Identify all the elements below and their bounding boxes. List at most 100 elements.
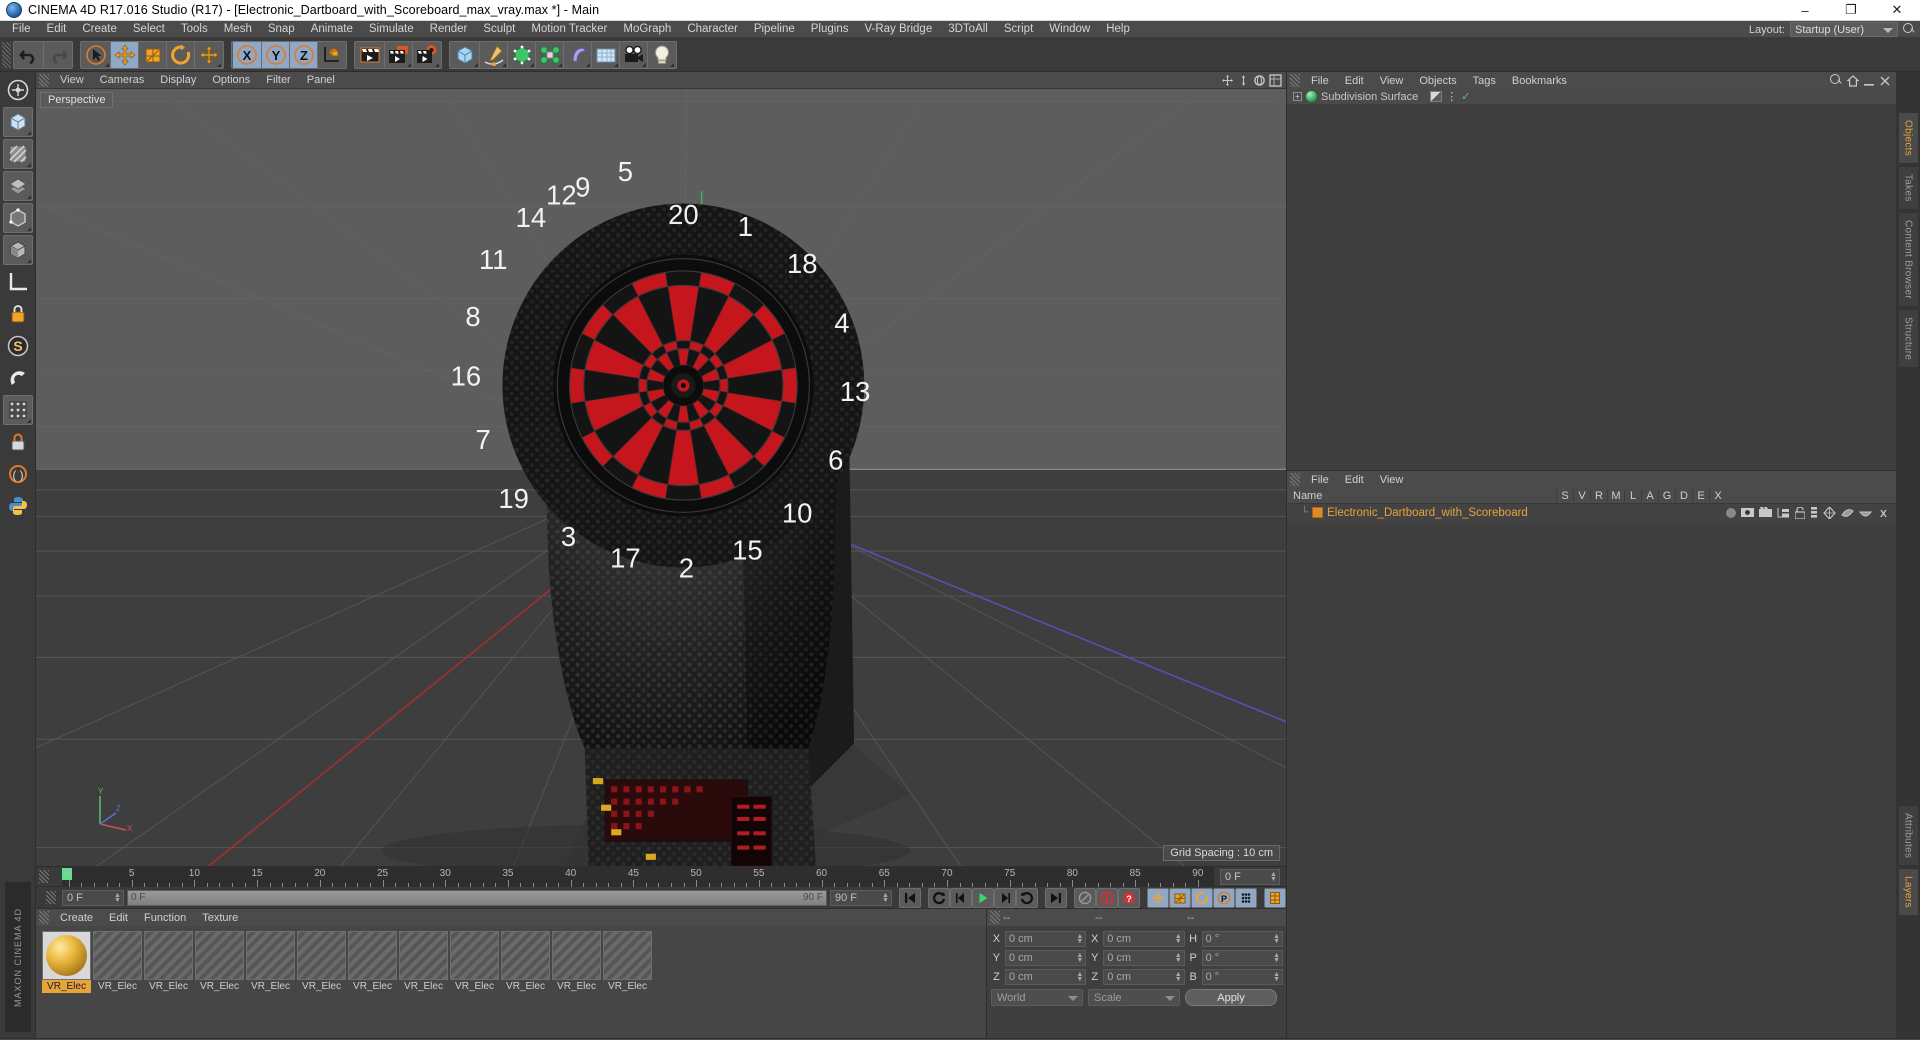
- timeline-grip[interactable]: [39, 870, 49, 883]
- go-to-end-icon[interactable]: [1045, 887, 1067, 908]
- coord-size-field[interactable]: 0 cm ▲ ▼: [1103, 930, 1185, 947]
- coord-size-field[interactable]: 0 cm ▲ ▼: [1103, 949, 1185, 966]
- maximize-button[interactable]: ❐: [1828, 0, 1874, 21]
- layers-menu-view[interactable]: View: [1372, 474, 1412, 486]
- coord-system-select[interactable]: World: [991, 989, 1083, 1006]
- lock-axis-icon[interactable]: [3, 427, 33, 457]
- menu-vray-bridge[interactable]: V-Ray Bridge: [856, 21, 940, 38]
- layer-col-l[interactable]: L: [1624, 489, 1641, 502]
- layer-animation-icon[interactable]: [1810, 506, 1818, 519]
- tag-dots-icon[interactable]: ⋮: [1446, 90, 1457, 103]
- viewport-menu-cameras[interactable]: Cameras: [92, 72, 153, 89]
- layer-col-r[interactable]: R: [1590, 489, 1607, 502]
- menu-snap[interactable]: Snap: [260, 21, 303, 38]
- menu-sculpt[interactable]: Sculpt: [475, 21, 523, 38]
- render-settings-icon[interactable]: [412, 41, 440, 68]
- object-manager-tree[interactable]: + Subdivision Surface ⋮ ✓: [1287, 89, 1896, 471]
- viewport-maximize-icon[interactable]: [1269, 74, 1282, 87]
- layer-col-x[interactable]: X: [1709, 489, 1726, 502]
- layer-visible-icon[interactable]: [1741, 507, 1754, 518]
- layer-row[interactable]: └ Electronic_Dartboard_with_Scoreboard X: [1287, 504, 1896, 521]
- previous-frame-icon[interactable]: [950, 887, 972, 908]
- tab-objects[interactable]: Objects: [1897, 112, 1919, 165]
- timeline-ruler[interactable]: 0 5 10 15 20 25 30 35 40 45 50 55 60 65 70 75 80 85 90: [62, 866, 1214, 887]
- deformer-bend-icon[interactable]: [563, 41, 591, 68]
- key-position-icon[interactable]: [1147, 887, 1169, 908]
- viewport-menu-options[interactable]: Options: [204, 72, 258, 89]
- layer-solo-icon[interactable]: [1726, 507, 1736, 518]
- layer-col-v[interactable]: V: [1573, 489, 1590, 502]
- viewport-menu-filter[interactable]: Filter: [258, 72, 298, 89]
- menu-tools[interactable]: Tools: [173, 21, 216, 38]
- axis-x-icon[interactable]: X: [233, 41, 261, 68]
- apply-button[interactable]: Apply: [1185, 989, 1277, 1006]
- layer-manager-icon[interactable]: [1777, 507, 1790, 518]
- timeline-right-frame-field[interactable]: 0 F ▲ ▼: [1220, 868, 1280, 885]
- objects-menu-bookmarks[interactable]: Bookmarks: [1504, 75, 1575, 87]
- snap-icon[interactable]: S: [3, 331, 33, 361]
- material-preview[interactable]: [450, 931, 499, 980]
- menu-select[interactable]: Select: [125, 21, 173, 38]
- stepper-icon[interactable]: ▲ ▼: [1076, 971, 1083, 983]
- floor-environment-icon[interactable]: [591, 41, 619, 68]
- material-swatch[interactable]: VR_Elec: [93, 931, 142, 993]
- material-swatch[interactable]: VR_Elec: [348, 931, 397, 993]
- record-active-objects-icon[interactable]: [1096, 887, 1118, 908]
- stepper-icon[interactable]: ▲ ▼: [882, 892, 889, 904]
- menu-character[interactable]: Character: [679, 21, 746, 38]
- key-scale-icon[interactable]: [1169, 887, 1191, 908]
- perspective-viewport[interactable]: Perspective 20 1 18 4 13 6 10 15 2 17 3 …: [36, 89, 1286, 866]
- material-preview[interactable]: [144, 931, 193, 980]
- stepper-icon[interactable]: ▲ ▼: [1175, 952, 1182, 964]
- model-mode-icon[interactable]: [2, 107, 33, 137]
- texture-mode-icon[interactable]: [2, 139, 33, 169]
- menu-3dtoall[interactable]: 3DToAll: [940, 21, 996, 38]
- objects-menu-objects[interactable]: Objects: [1411, 75, 1464, 87]
- next-frame-icon[interactable]: [994, 887, 1016, 908]
- material-swatch-list[interactable]: VR_Elec VR_Elec VR_Elec VR_Elec VR_Elec VR_El…: [36, 926, 986, 1038]
- edges-mode-icon[interactable]: [2, 203, 33, 233]
- material-preview[interactable]: [501, 931, 550, 980]
- tab-structure[interactable]: Structure: [1897, 308, 1919, 368]
- lock-workplane-icon[interactable]: [3, 299, 33, 329]
- viewport-rotate-icon[interactable]: [1253, 74, 1266, 87]
- objects-menu-grip[interactable]: [1290, 74, 1300, 87]
- autokey-record-icon[interactable]: [1074, 887, 1096, 908]
- timeline-scrub-bar[interactable]: 0 F 90 F: [127, 889, 827, 906]
- coord-rotation-field[interactable]: 0 ° ▲ ▼: [1201, 949, 1284, 966]
- coord-position-field[interactable]: 0 cm ▲ ▼: [1004, 930, 1087, 947]
- menu-create[interactable]: Create: [74, 21, 125, 38]
- move-dup-icon[interactable]: [194, 41, 222, 68]
- layer-lock-icon[interactable]: [1795, 506, 1805, 519]
- coordinates-grip[interactable]: [990, 911, 1000, 924]
- layers-menu-grip[interactable]: [1290, 473, 1300, 486]
- stepper-icon[interactable]: ▲ ▼: [1270, 871, 1277, 883]
- expand-icon[interactable]: +: [1293, 92, 1302, 101]
- key-parameter-icon[interactable]: P: [1213, 887, 1235, 908]
- menu-file[interactable]: File: [4, 21, 39, 38]
- coord-mode-select[interactable]: Scale: [1088, 989, 1180, 1006]
- material-preview[interactable]: [42, 931, 91, 980]
- key-rotation-icon[interactable]: [1191, 887, 1213, 908]
- coord-position-field[interactable]: 0 cm ▲ ▼: [1004, 968, 1087, 985]
- stepper-icon[interactable]: ▲ ▼: [114, 892, 121, 904]
- viewport-zoom-icon[interactable]: [1237, 74, 1250, 87]
- stepper-icon[interactable]: ▲ ▼: [1175, 971, 1182, 983]
- material-menu-create[interactable]: Create: [52, 912, 101, 924]
- menu-render[interactable]: Render: [422, 21, 476, 38]
- nurbs-generator-icon[interactable]: [507, 41, 535, 68]
- objects-menu-view[interactable]: View: [1372, 75, 1412, 87]
- objects-menu-edit[interactable]: Edit: [1337, 75, 1372, 87]
- world-object-axis-icon[interactable]: [317, 41, 345, 68]
- menu-mograph[interactable]: MoGraph: [615, 21, 679, 38]
- axis-z-icon[interactable]: Z: [289, 41, 317, 68]
- redo-icon[interactable]: [43, 41, 71, 68]
- tab-content-browser[interactable]: Content Browser: [1897, 211, 1919, 307]
- layer-color-swatch[interactable]: [1312, 507, 1324, 518]
- tag-display-icon[interactable]: [1430, 91, 1443, 102]
- timeline-toggle-icon[interactable]: [1264, 887, 1286, 908]
- material-preview[interactable]: [399, 931, 448, 980]
- render-to-picture-viewer-icon[interactable]: [384, 41, 412, 68]
- layer-col-a[interactable]: A: [1641, 489, 1658, 502]
- stepper-icon[interactable]: ▲ ▼: [1273, 952, 1280, 964]
